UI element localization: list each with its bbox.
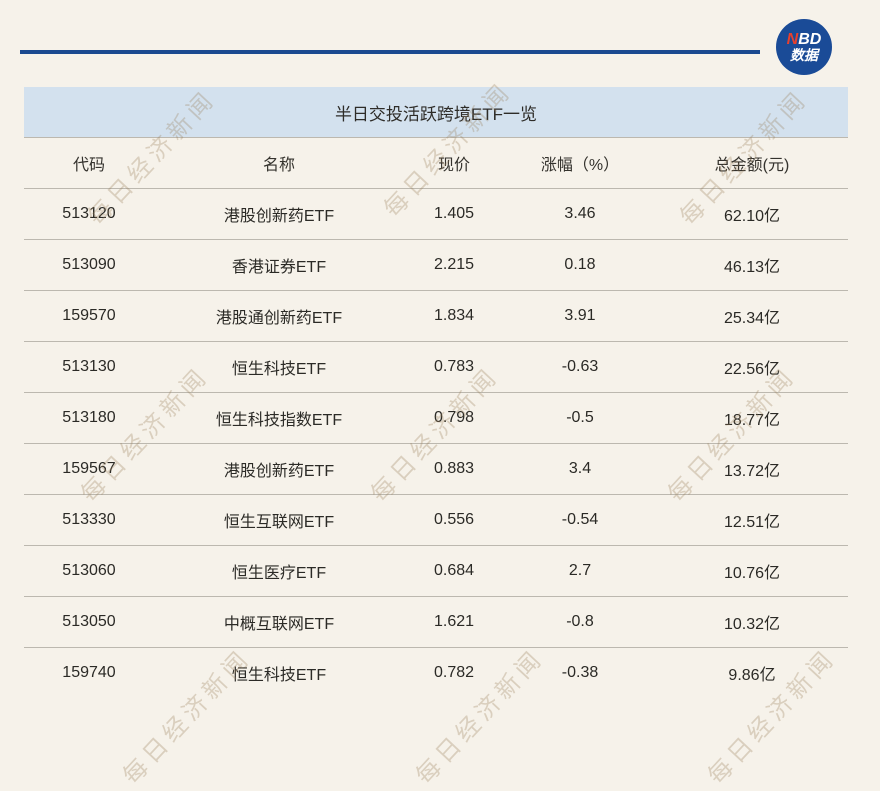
- cell-amount: 18.77亿: [656, 406, 848, 430]
- cell-name: 港股创新药ETF: [154, 457, 404, 481]
- cell-change: -0.54: [504, 511, 656, 529]
- cell-code: 513120: [24, 205, 154, 223]
- header-amount: 总金额(元): [656, 151, 848, 175]
- cell-name: 港股创新药ETF: [154, 202, 404, 226]
- nbd-logo: NBD 数据: [776, 19, 832, 75]
- cell-price: 0.556: [404, 511, 504, 529]
- cell-code: 159567: [24, 460, 154, 478]
- nbd-logo-chinese: 数据: [790, 48, 818, 63]
- cell-name: 恒生科技指数ETF: [154, 406, 404, 430]
- table-row: 159740 恒生科技ETF 0.782 -0.38 9.86亿: [24, 647, 848, 698]
- header-price: 现价: [404, 151, 504, 175]
- cell-code: 513060: [24, 562, 154, 580]
- cell-change: 3.4: [504, 460, 656, 478]
- table-title: 半日交投活跃跨境ETF一览: [335, 100, 537, 125]
- header-name: 名称: [154, 151, 404, 175]
- cell-code: 159740: [24, 664, 154, 682]
- table-row: 513130 恒生科技ETF 0.783 -0.63 22.56亿: [24, 341, 848, 392]
- cell-change: 2.7: [504, 562, 656, 580]
- cell-name: 中概互联网ETF: [154, 610, 404, 634]
- cell-price: 1.621: [404, 613, 504, 631]
- table-title-banner: 半日交投活跃跨境ETF一览: [24, 87, 848, 137]
- cell-code: 513090: [24, 256, 154, 274]
- cell-change: 3.91: [504, 307, 656, 325]
- table-row: 513330 恒生互联网ETF 0.556 -0.54 12.51亿: [24, 494, 848, 545]
- cell-price: 0.782: [404, 664, 504, 682]
- table-row: 513050 中概互联网ETF 1.621 -0.8 10.32亿: [24, 596, 848, 647]
- cell-amount: 9.86亿: [656, 661, 848, 685]
- cell-price: 0.798: [404, 409, 504, 427]
- cell-code: 513130: [24, 358, 154, 376]
- cell-price: 0.684: [404, 562, 504, 580]
- cell-price: 1.834: [404, 307, 504, 325]
- table-row: 513120 港股创新药ETF 1.405 3.46 62.10亿: [24, 188, 848, 239]
- nbd-logo-letters-bd: BD: [798, 31, 821, 48]
- table-row: 159570 港股通创新药ETF 1.834 3.91 25.34亿: [24, 290, 848, 341]
- table-row: 513180 恒生科技指数ETF 0.798 -0.5 18.77亿: [24, 392, 848, 443]
- table-header-row: 代码 名称 现价 涨幅（%） 总金额(元): [24, 137, 848, 188]
- etf-table: 代码 名称 现价 涨幅（%） 总金额(元) 513120 港股创新药ETF 1.…: [24, 137, 848, 698]
- cell-amount: 25.34亿: [656, 304, 848, 328]
- cell-code: 513050: [24, 613, 154, 631]
- header-rule: [20, 50, 760, 54]
- header-code: 代码: [24, 151, 154, 175]
- cell-price: 1.405: [404, 205, 504, 223]
- cell-amount: 10.32亿: [656, 610, 848, 634]
- cell-change: -0.5: [504, 409, 656, 427]
- table-row: 513060 恒生医疗ETF 0.684 2.7 10.76亿: [24, 545, 848, 596]
- cell-code: 513330: [24, 511, 154, 529]
- cell-change: -0.8: [504, 613, 656, 631]
- cell-price: 0.883: [404, 460, 504, 478]
- cell-price: 0.783: [404, 358, 504, 376]
- cell-name: 恒生互联网ETF: [154, 508, 404, 532]
- cell-amount: 22.56亿: [656, 355, 848, 379]
- cell-amount: 46.13亿: [656, 253, 848, 277]
- cell-change: 3.46: [504, 205, 656, 223]
- cell-price: 2.215: [404, 256, 504, 274]
- cell-name: 香港证券ETF: [154, 253, 404, 277]
- cell-amount: 12.51亿: [656, 508, 848, 532]
- cell-name: 港股通创新药ETF: [154, 304, 404, 328]
- cell-change: 0.18: [504, 256, 656, 274]
- cell-name: 恒生科技ETF: [154, 355, 404, 379]
- cell-code: 513180: [24, 409, 154, 427]
- cell-name: 恒生医疗ETF: [154, 559, 404, 583]
- cell-code: 159570: [24, 307, 154, 325]
- table-row: 513090 香港证券ETF 2.215 0.18 46.13亿: [24, 239, 848, 290]
- cell-amount: 13.72亿: [656, 457, 848, 481]
- table-row: 159567 港股创新药ETF 0.883 3.4 13.72亿: [24, 443, 848, 494]
- cell-amount: 62.10亿: [656, 202, 848, 226]
- header-change: 涨幅（%）: [504, 151, 656, 175]
- nbd-logo-text: NBD: [787, 31, 822, 48]
- cell-amount: 10.76亿: [656, 559, 848, 583]
- cell-change: -0.63: [504, 358, 656, 376]
- cell-change: -0.38: [504, 664, 656, 682]
- nbd-logo-letter-n: N: [787, 31, 799, 48]
- cell-name: 恒生科技ETF: [154, 661, 404, 685]
